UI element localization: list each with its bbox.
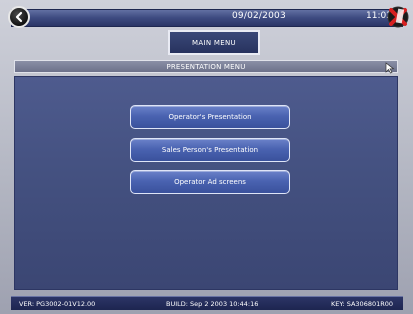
header-date: 09/02/2003 [232, 11, 286, 21]
close-button[interactable] [387, 6, 409, 28]
back-arrow-icon [15, 11, 23, 23]
back-button[interactable] [8, 6, 30, 28]
key-text: KEY: SA306801R00 [331, 300, 394, 308]
status-footer: VER: PG3002-01V12.00 BUILD: Sep 2 2003 1… [11, 296, 403, 310]
section-title: PRESENTATION MENU [14, 60, 398, 73]
top-header-bar [11, 9, 403, 27]
mouse-cursor-icon [385, 62, 395, 74]
operator-ad-screens-button[interactable]: Operator Ad screens [130, 170, 290, 194]
main-menu-button[interactable]: MAIN MENU [168, 30, 260, 55]
sales-persons-presentation-button[interactable]: Sales Person's Presentation [130, 138, 290, 162]
application-window: 09/02/2003 11:02 MAIN MENU PRESENTATION … [0, 0, 413, 314]
close-x-icon [387, 6, 409, 28]
operators-presentation-button[interactable]: Operator's Presentation [130, 105, 290, 129]
build-text: BUILD: Sep 2 2003 10:44:16 [166, 300, 259, 308]
version-text: VER: PG3002-01V12.00 [19, 300, 96, 308]
